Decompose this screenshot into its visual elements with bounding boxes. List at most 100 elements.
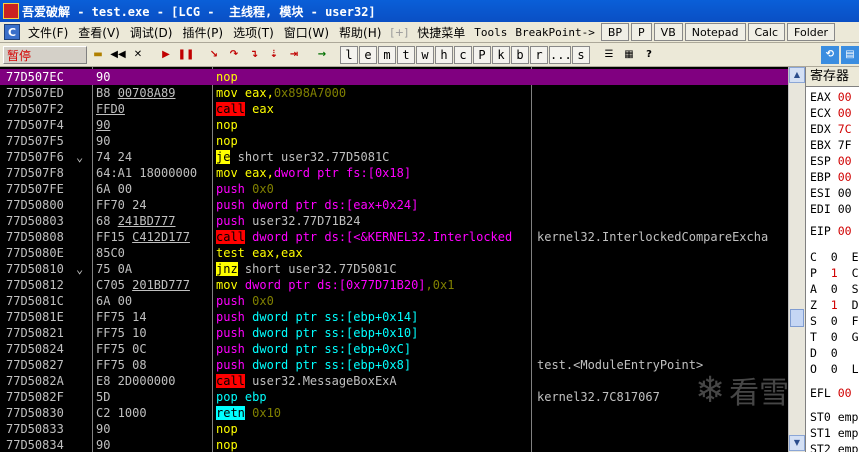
open-folder-icon[interactable]: ▬ bbox=[89, 45, 107, 64]
menu-window[interactable]: 窗口(W) bbox=[279, 24, 334, 41]
disasm-row[interactable]: 77D507F5 90 nop bbox=[0, 133, 790, 149]
trace-over-icon[interactable]: ⇣ bbox=[265, 45, 283, 64]
register-st2[interactable]: ST2 emp bbox=[810, 441, 858, 452]
scroll-thumb[interactable] bbox=[790, 309, 804, 327]
handles-button[interactable]: h bbox=[435, 45, 453, 64]
register-ecx[interactable]: ECX 00 bbox=[810, 105, 852, 121]
disasm-row[interactable]: 77D5081C 6A 00 push 0x0 bbox=[0, 293, 790, 309]
disasm-row[interactable]: 77D5080E 85C0 test eax,eax bbox=[0, 245, 790, 261]
calc-button[interactable]: Calc bbox=[747, 23, 786, 41]
register-st0[interactable]: ST0 emp bbox=[810, 409, 858, 425]
disasm-row[interactable]: 77D50810 ⌄ 75 0A jnz short user32.77D5081C bbox=[0, 261, 790, 277]
register-edi[interactable]: EDI 00 bbox=[810, 201, 852, 217]
refresh-icon[interactable]: ⟲ bbox=[821, 45, 839, 64]
p-button[interactable]: P bbox=[631, 23, 652, 41]
register-eip[interactable]: EIP 00 bbox=[810, 223, 852, 239]
row-hex-bytes: 90 bbox=[96, 422, 111, 436]
register-st1[interactable]: ST1 emp bbox=[810, 425, 858, 441]
menu-plugins[interactable]: 插件(P) bbox=[177, 24, 228, 41]
menu-file[interactable]: 文件(F) bbox=[23, 24, 73, 41]
disasm-row[interactable]: 77D50812 C705 201BD777 mov dword ptr ds:[0… bbox=[0, 277, 790, 293]
disasm-row[interactable]: 77D507ED B8 00708A89 mov eax,0x898A7000 bbox=[0, 85, 790, 101]
modules-button[interactable]: e bbox=[359, 45, 377, 64]
disasm-row[interactable]: 77D50808 FF15 C412D177 call dword ptr ds:[… bbox=[0, 229, 790, 245]
log-window-button[interactable]: l bbox=[340, 45, 358, 64]
disasm-row[interactable]: 77D50803 68 241BD777 push user32.77D71B24 bbox=[0, 213, 790, 229]
close-icon[interactable]: ✕ bbox=[129, 45, 147, 64]
step-into-icon[interactable]: ↘ bbox=[205, 45, 223, 64]
register-ebp[interactable]: EBP 00 bbox=[810, 169, 852, 185]
appearance-icon[interactable]: ▦ bbox=[620, 45, 638, 64]
register-edx[interactable]: EDX 7C bbox=[810, 121, 852, 137]
flag-s[interactable]: S 0 FS bbox=[810, 313, 859, 329]
call-stack-button[interactable]: k bbox=[492, 45, 510, 64]
flag-t[interactable]: T 0 GS bbox=[810, 329, 859, 345]
run-icon[interactable]: ▶ bbox=[157, 45, 175, 64]
registers-pane[interactable]: 寄存器 EAX 00 ECX 00 EDX 7C EBX 7F ESP 00 EBP 00… bbox=[805, 67, 859, 452]
folder-button[interactable]: Folder bbox=[787, 23, 836, 41]
execute-till-return-icon[interactable]: ⇥ bbox=[285, 45, 303, 64]
notepad-button[interactable]: Notepad bbox=[684, 23, 746, 41]
trace-into-icon[interactable]: ↴ bbox=[245, 45, 263, 64]
flag-z[interactable]: Z 1 DS bbox=[810, 297, 859, 313]
register-eax[interactable]: EAX 00 bbox=[810, 89, 852, 105]
cpu-window-icon[interactable]: C bbox=[4, 24, 20, 40]
disasm-row[interactable]: 77D50824 FF75 0C push dword ptr ss:[ebp+0x… bbox=[0, 341, 790, 357]
source-button[interactable]: s bbox=[572, 45, 590, 64]
help-icon[interactable]: ? bbox=[640, 45, 658, 64]
run-trace-button[interactable]: ... bbox=[549, 45, 572, 64]
disasm-row[interactable]: 77D50833 90 nop bbox=[0, 421, 790, 437]
disasm-row[interactable]: 77D5082F 5D pop ebp kernel32.7C817067 bbox=[0, 389, 790, 405]
disasm-row[interactable]: 77D507F6 ⌄ 74 24 je short user32.77D5081C bbox=[0, 149, 790, 165]
row-hex-bytes: C705 201BD777 bbox=[96, 278, 190, 292]
disasm-row[interactable]: 77D50834 90 nop bbox=[0, 437, 790, 452]
menu-options[interactable]: 选项(T) bbox=[228, 24, 279, 41]
disasm-row[interactable]: 77D507F4 90 nop bbox=[0, 117, 790, 133]
menu-debug[interactable]: 调试(D) bbox=[125, 24, 178, 41]
references-button[interactable]: r bbox=[530, 45, 548, 64]
scroll-down-icon[interactable]: ▼ bbox=[789, 435, 805, 451]
register-efl[interactable]: EFL 00 bbox=[810, 385, 852, 401]
bp-button[interactable]: BP bbox=[600, 23, 630, 41]
disassembly-pane[interactable]: 77D507EC 90 nop 77D507ED B8 00708A89 mov eax,… bbox=[0, 67, 805, 452]
window-list-icon[interactable]: ▤ bbox=[841, 45, 859, 64]
disasm-row[interactable]: 77D50821 FF75 10 push dword ptr ss:[ebp+0x… bbox=[0, 325, 790, 341]
flag-a[interactable]: A 0 SS bbox=[810, 281, 859, 297]
disasm-row[interactable]: 77D507F8 64:A1 18000000 mov eax,dword ptr … bbox=[0, 165, 790, 181]
flag-c[interactable]: C 0 ES bbox=[810, 249, 859, 265]
goto-icon[interactable]: → bbox=[313, 45, 331, 64]
rewind-icon[interactable]: ◀◀ bbox=[109, 45, 127, 64]
register-esi[interactable]: ESI 00 bbox=[810, 185, 852, 201]
disasm-row[interactable]: 77D50830 C2 1000 retn 0x10 bbox=[0, 405, 790, 421]
menu-breakpoint[interactable]: BreakPoint-> bbox=[511, 26, 598, 39]
disasm-row[interactable]: 77D5082A E8 2D000000 call user32.MessageBo… bbox=[0, 373, 790, 389]
patches-button[interactable]: P bbox=[473, 45, 491, 64]
scroll-up-icon[interactable]: ▲ bbox=[789, 67, 805, 83]
menu-view[interactable]: 查看(V) bbox=[73, 24, 125, 41]
options-icon[interactable]: ☰ bbox=[600, 45, 618, 64]
windows-button[interactable]: w bbox=[416, 45, 434, 64]
disasm-row[interactable]: 77D5081E FF75 14 push dword ptr ss:[ebp+0x… bbox=[0, 309, 790, 325]
pause-icon[interactable]: ❚❚ bbox=[177, 45, 195, 64]
disasm-row[interactable]: 77D50800 FF70 24 push dword ptr ds:[eax+0x… bbox=[0, 197, 790, 213]
menu-tools[interactable]: Tools bbox=[470, 26, 511, 39]
menu-help[interactable]: 帮助(H) bbox=[334, 24, 386, 41]
register-ebx[interactable]: EBX 7F bbox=[810, 137, 852, 153]
threads-button[interactable]: t bbox=[397, 45, 415, 64]
breakpoints-button[interactable]: b bbox=[511, 45, 529, 64]
menu-shortcut[interactable]: 快捷菜单 bbox=[412, 24, 470, 41]
disasm-row[interactable]: 77D507EC 90 nop bbox=[0, 69, 790, 85]
disasm-row[interactable]: 77D507F2 FFD0 call eax bbox=[0, 101, 790, 117]
row-address: 77D507FE bbox=[6, 182, 64, 196]
cpu-button[interactable]: c bbox=[454, 45, 472, 64]
disasm-row[interactable]: 77D50827 FF75 08 push dword ptr ss:[ebp+0x… bbox=[0, 357, 790, 373]
menu-plus[interactable]: [+] bbox=[386, 26, 412, 39]
step-over-icon[interactable]: ↷ bbox=[225, 45, 243, 64]
memory-button[interactable]: m bbox=[378, 45, 396, 64]
flag-d[interactable]: D 0 bbox=[810, 345, 852, 361]
flag-o[interactable]: O 0 La bbox=[810, 361, 859, 377]
flag-p[interactable]: P 1 CS bbox=[810, 265, 859, 281]
disasm-row[interactable]: 77D507FE 6A 00 push 0x0 bbox=[0, 181, 790, 197]
register-esp[interactable]: ESP 00 bbox=[810, 153, 852, 169]
vb-button[interactable]: VB bbox=[653, 23, 683, 41]
